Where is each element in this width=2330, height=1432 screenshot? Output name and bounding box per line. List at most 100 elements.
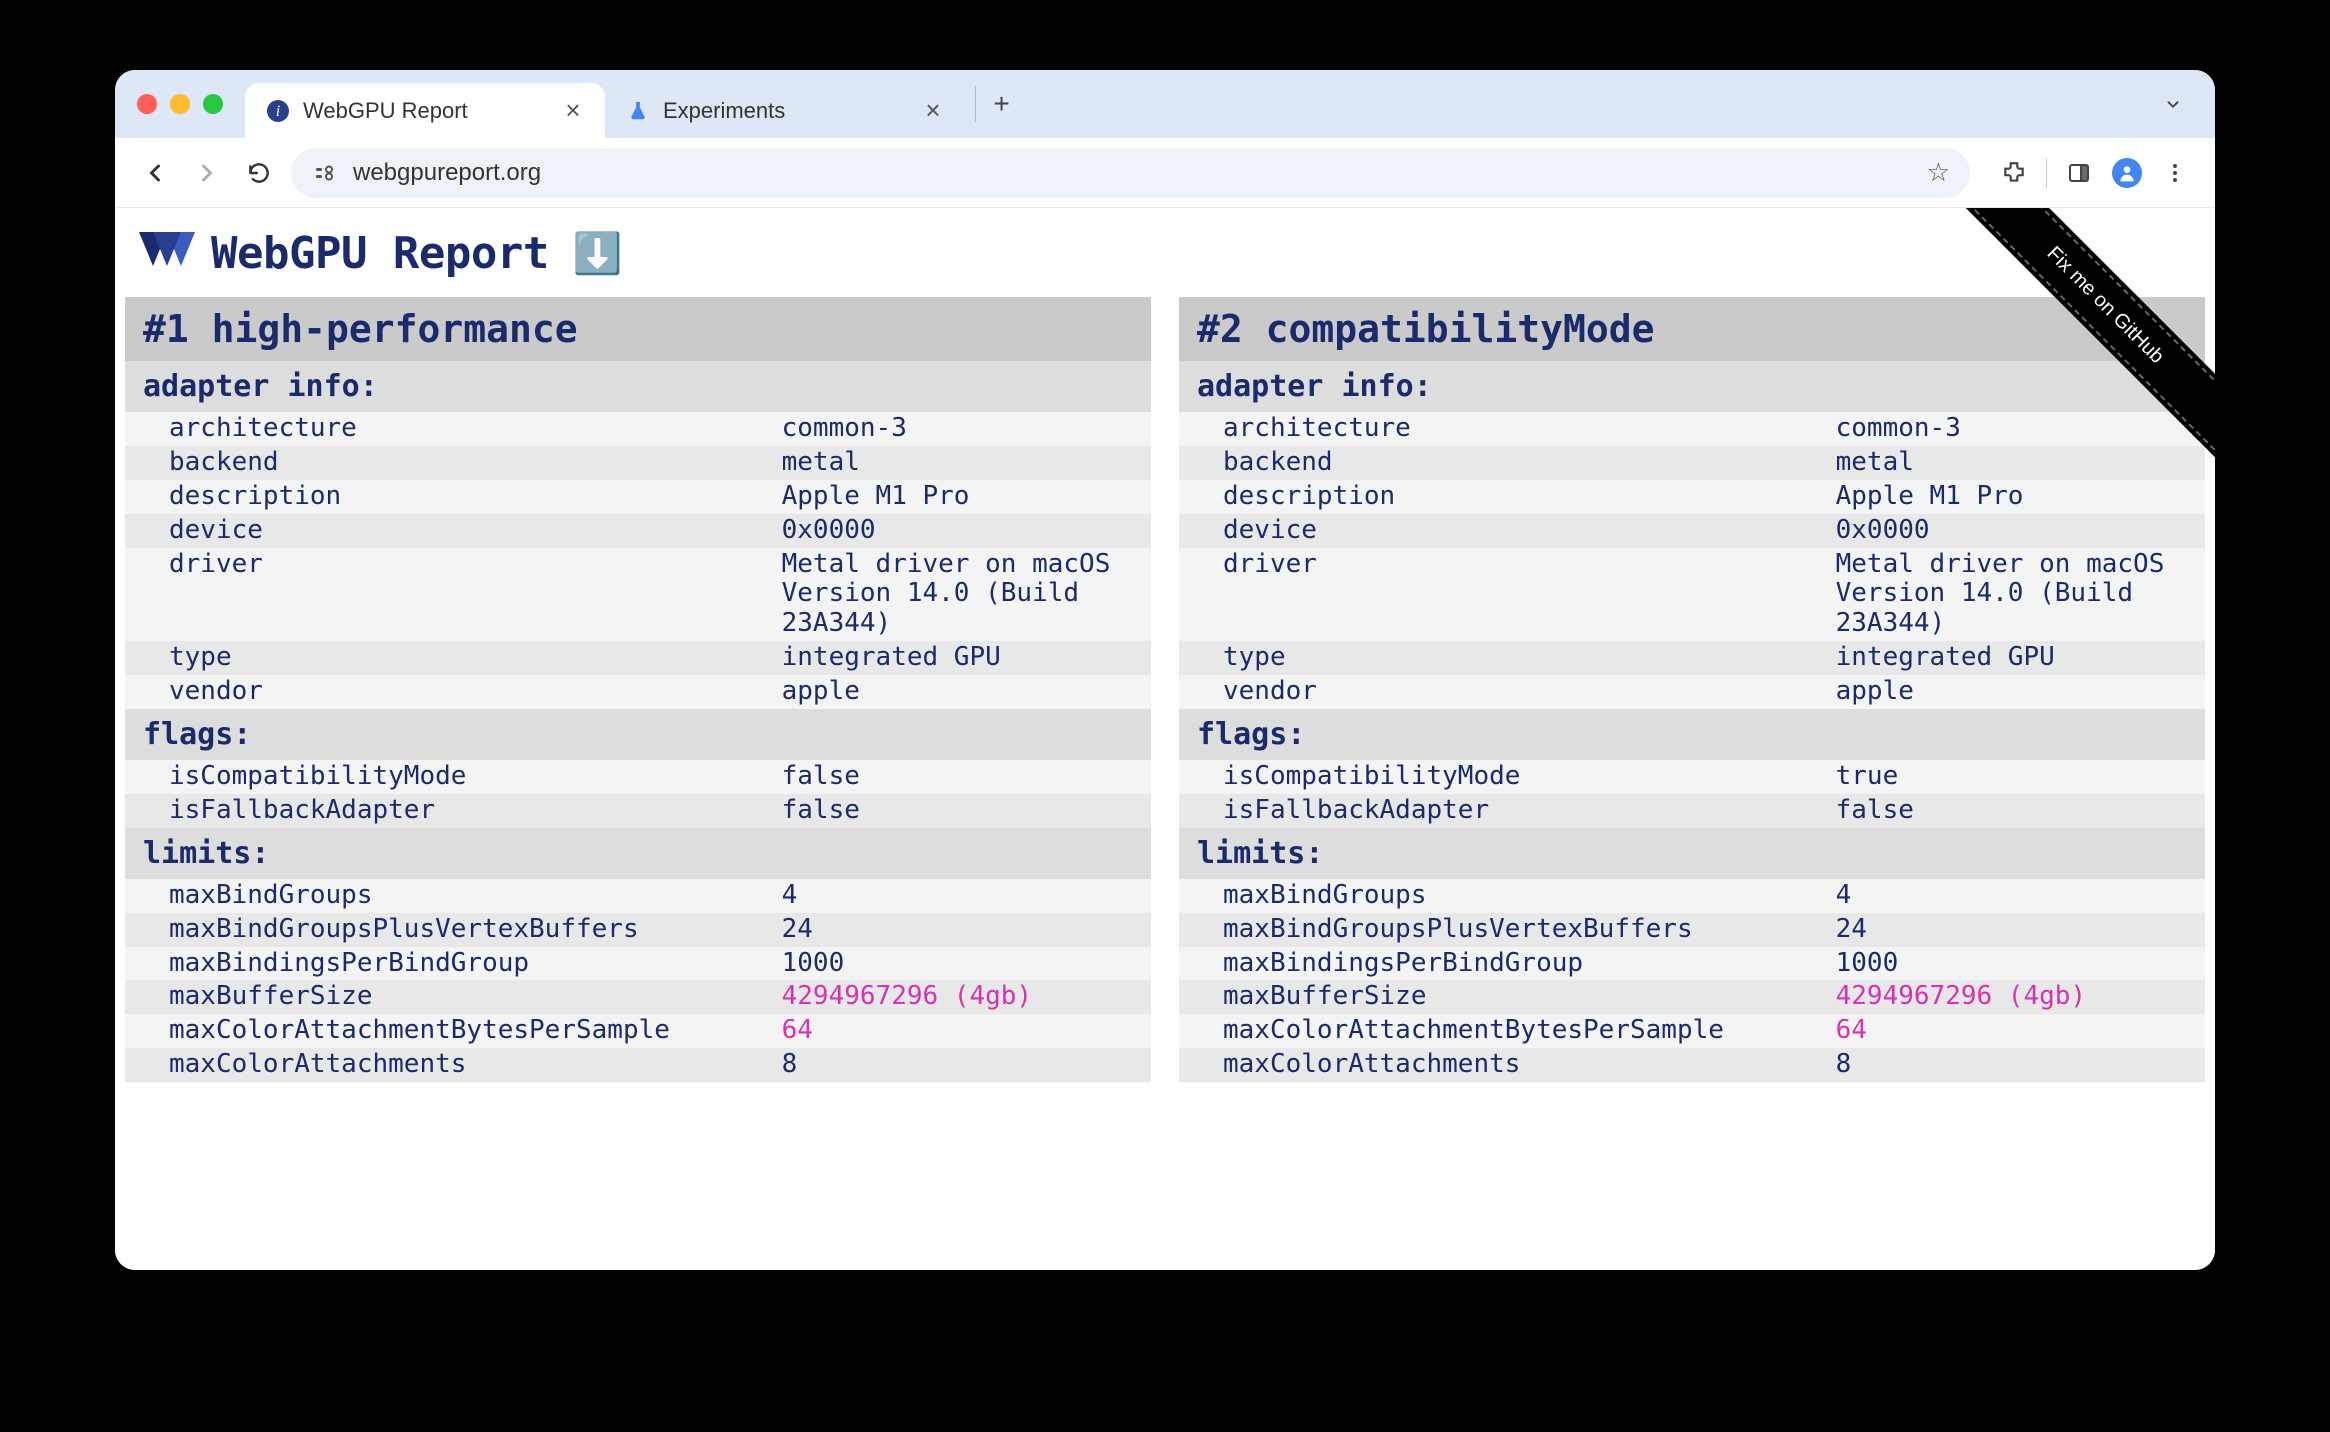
row-key: isCompatibilityMode [125,762,782,792]
table-row: architecturecommon-3 [1179,412,2205,446]
table-row: maxBindingsPerBindGroup1000 [125,947,1151,981]
minimize-window-button[interactable] [170,94,190,114]
tab-strip: i WebGPU Report × Experiments × + [115,70,2215,138]
forward-button[interactable] [187,153,227,193]
row-key: isCompatibilityMode [1179,762,1836,792]
section-heading: adapter info: [125,361,1151,412]
row-value: integrated GPU [1836,643,2205,673]
row-value: integrated GPU [782,643,1151,673]
table-row: maxColorAttachments8 [1179,1048,2205,1082]
row-key: maxColorAttachmentBytesPerSample [125,1016,782,1046]
page-title: WebGPU Report [211,228,549,279]
tab-experiments[interactable]: Experiments × [605,83,965,138]
table-row: descriptionApple M1 Pro [125,480,1151,514]
row-key: driver [1179,550,1836,640]
table-row: maxBufferSize4294967296 (4gb) [125,980,1151,1014]
panel-heading: #1 high-performance [125,297,1151,361]
table-row: device0x0000 [125,514,1151,548]
tab-webgpu-report[interactable]: i WebGPU Report × [245,83,605,138]
row-key: type [1179,643,1836,673]
row-value: 8 [782,1050,1151,1080]
row-value: 24 [1836,915,2205,945]
table-row: isCompatibilityModefalse [125,760,1151,794]
extensions-icon[interactable] [1994,153,2034,193]
table-row: device0x0000 [1179,514,2205,548]
row-value: Metal driver on macOS Version 14.0 (Buil… [1836,550,2205,640]
table-row: typeintegrated GPU [1179,641,2205,675]
table-row: typeintegrated GPU [125,641,1151,675]
webgpu-logo-icon [139,232,195,276]
sidepanel-icon[interactable] [2059,153,2099,193]
section-rows: maxBindGroups4maxBindGroupsPlusVertexBuf… [1179,879,2205,1082]
table-row: architecturecommon-3 [125,412,1151,446]
section-heading: adapter info: [1179,361,2205,412]
row-key: maxBufferSize [1179,982,1836,1012]
row-value: common-3 [782,414,1151,444]
row-key: backend [125,448,782,478]
bookmark-star-icon[interactable]: ☆ [1927,157,1950,188]
url-text: webgpureport.org [353,159,1913,187]
row-key: device [125,516,782,546]
page-content: Fix me on GitHub WebGPU Report ⬇️ #1 hig… [115,208,2215,1270]
row-key: type [125,643,782,673]
row-key: maxBindGroupsPlusVertexBuffers [125,915,782,945]
maximize-window-button[interactable] [203,94,223,114]
row-key: maxBindingsPerBindGroup [125,949,782,979]
table-row: maxColorAttachments8 [125,1048,1151,1082]
section-heading: flags: [1179,709,2205,760]
toolbar: webgpureport.org ☆ [115,138,2215,208]
row-value: 4294967296 (4gb) [782,982,1151,1012]
row-value: 4 [1836,881,2205,911]
close-window-button[interactable] [137,94,157,114]
row-value: apple [1836,677,2205,707]
address-bar[interactable]: webgpureport.org ☆ [291,148,1970,198]
section-rows: isCompatibilityModetrueisFallbackAdapter… [1179,760,2205,828]
table-row: driverMetal driver on macOS Version 14.0… [1179,548,2205,642]
section-rows: maxBindGroups4maxBindGroupsPlusVertexBuf… [125,879,1151,1082]
profile-button[interactable] [2107,153,2147,193]
row-key: maxBufferSize [125,982,782,1012]
row-value: 1000 [782,949,1151,979]
panel-heading: #2 compatibilityMode [1179,297,2205,361]
row-value: Apple M1 Pro [1836,482,2205,512]
table-row: maxColorAttachmentBytesPerSample64 [125,1014,1151,1048]
row-key: description [125,482,782,512]
row-key: maxColorAttachmentBytesPerSample [1179,1016,1836,1046]
row-value: false [782,796,1151,826]
close-tab-icon[interactable]: × [921,95,945,126]
tabs-dropdown-button[interactable] [2153,87,2193,121]
menu-button[interactable] [2155,153,2195,193]
download-button[interactable]: ⬇️ [573,230,623,277]
row-key: maxBindGroups [1179,881,1836,911]
row-key: description [1179,482,1836,512]
table-row: isCompatibilityModetrue [1179,760,2205,794]
toolbar-right [1994,153,2195,193]
row-value: 8 [1836,1050,2205,1080]
adapter-panel: #1 high-performanceadapter info:architec… [125,297,1151,1259]
section-heading: limits: [1179,828,2205,879]
row-value: false [1836,796,2205,826]
row-key: vendor [125,677,782,707]
window-controls [137,94,223,114]
svg-text:i: i [276,103,280,120]
table-row: maxBindGroups4 [125,879,1151,913]
row-key: device [1179,516,1836,546]
row-key: maxColorAttachments [125,1050,782,1080]
row-key: maxColorAttachments [1179,1050,1836,1080]
back-button[interactable] [135,153,175,193]
row-value: true [1836,762,2205,792]
row-key: architecture [1179,414,1836,444]
new-tab-button[interactable]: + [975,86,1011,122]
row-key: architecture [125,414,782,444]
row-key: backend [1179,448,1836,478]
table-row: maxBindGroupsPlusVertexBuffers24 [1179,913,2205,947]
close-tab-icon[interactable]: × [561,95,585,126]
table-row: maxBindGroupsPlusVertexBuffers24 [125,913,1151,947]
table-row: maxBindGroups4 [1179,879,2205,913]
section-rows: architecturecommon-3backendmetaldescript… [125,412,1151,709]
reload-button[interactable] [239,153,279,193]
section-rows: isCompatibilityModefalseisFallbackAdapte… [125,760,1151,828]
row-value: metal [782,448,1151,478]
row-value: 1000 [1836,949,2205,979]
site-settings-icon[interactable] [311,159,339,187]
